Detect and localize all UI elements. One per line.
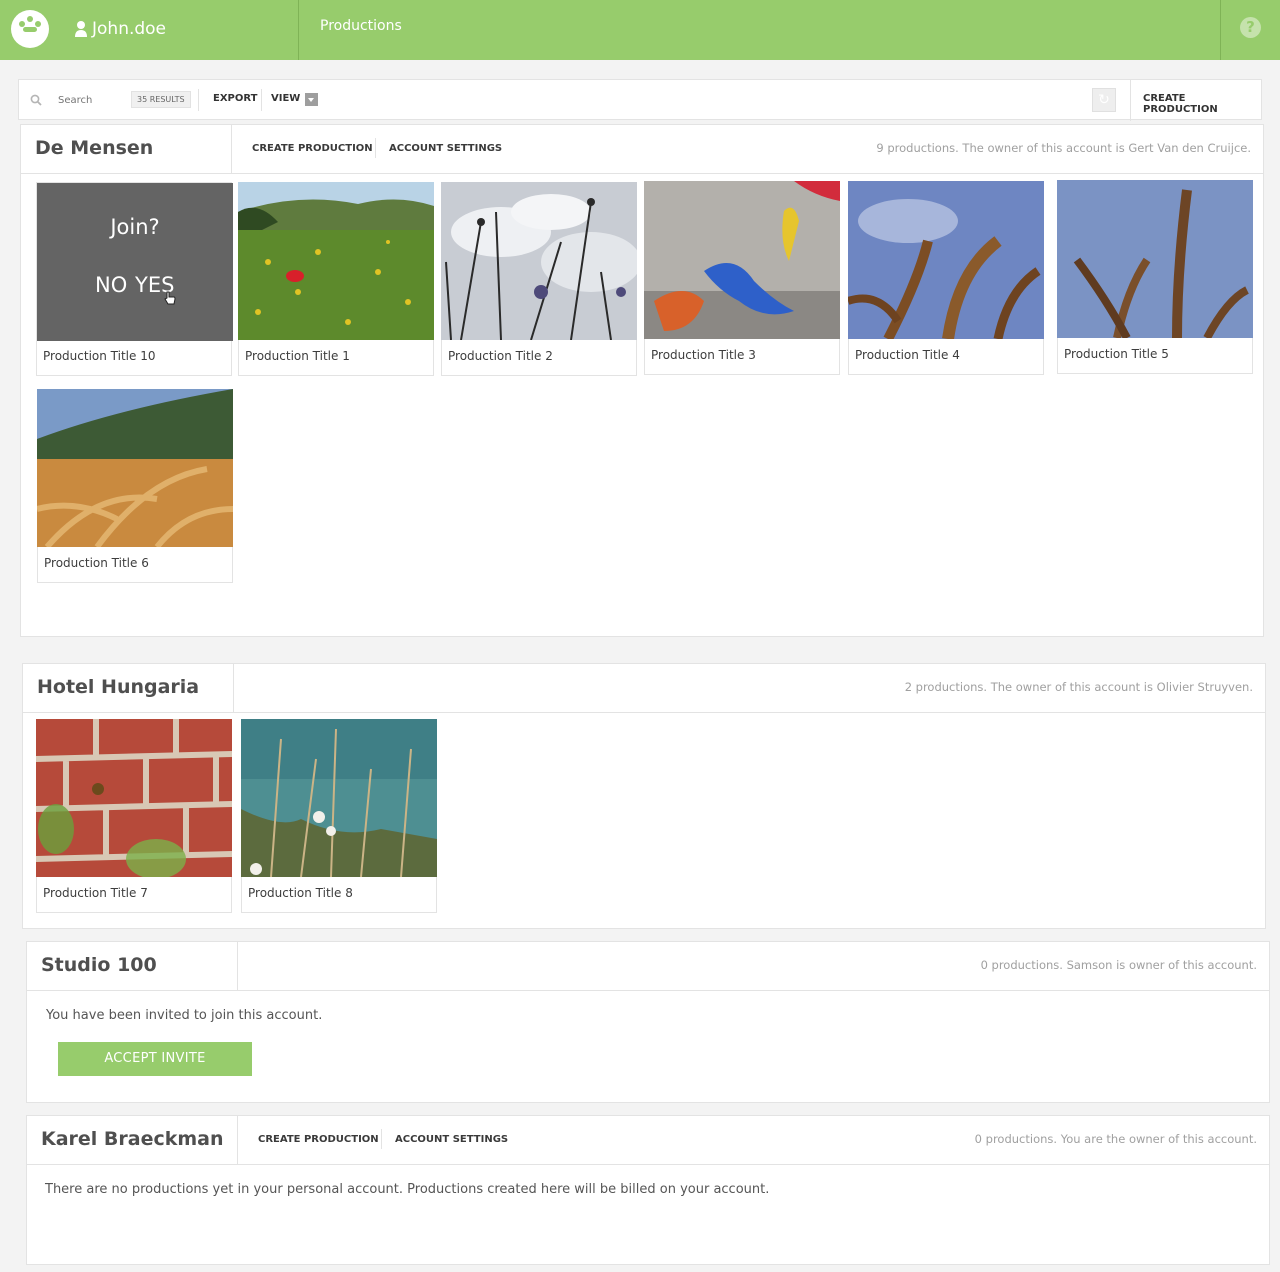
- view-dropdown-icon[interactable]: [305, 93, 318, 106]
- help-icon[interactable]: ?: [1240, 17, 1261, 38]
- production-card[interactable]: Production Title 1: [238, 182, 434, 376]
- username: John.doe: [92, 19, 167, 39]
- join-no-button[interactable]: NO: [95, 273, 127, 297]
- account-name: Karel Braeckman: [27, 1116, 238, 1165]
- production-thumbnail: [241, 719, 437, 877]
- account-settings-link[interactable]: ACCOUNT SETTINGS: [395, 1134, 508, 1145]
- account-info: 0 productions. You are the owner of this…: [974, 1132, 1257, 1146]
- logo-dot: [35, 21, 41, 27]
- production-card[interactable]: Production Title 6: [37, 389, 233, 583]
- divider: [198, 89, 199, 111]
- account-name: Studio 100: [27, 942, 238, 991]
- account-header: De Mensen CREATE PRODUCTION ACCOUNT SETT…: [21, 125, 1263, 174]
- divider: [381, 1129, 382, 1149]
- divider: [298, 0, 299, 60]
- create-production-link[interactable]: CREATE PRODUCTION: [252, 143, 373, 154]
- account-card-karel-braeckman: Karel Braeckman CREATE PRODUCTION ACCOUN…: [26, 1115, 1270, 1265]
- app-logo[interactable]: [11, 10, 49, 48]
- production-card[interactable]: Production Title 3: [644, 181, 840, 375]
- production-title: Production Title 8: [248, 886, 353, 900]
- production-thumbnail: [36, 719, 232, 877]
- production-card[interactable]: Production Title 2: [441, 182, 637, 376]
- user-menu[interactable]: John.doe: [74, 16, 166, 42]
- refresh-icon[interactable]: ↻: [1092, 88, 1116, 112]
- account-header: Hotel Hungaria 2 productions. The owner …: [23, 664, 1265, 713]
- divider: [1220, 0, 1221, 60]
- create-production-link[interactable]: CREATE PRODUCTION: [258, 1134, 379, 1145]
- results-badge: 35 RESULTS: [131, 91, 191, 108]
- production-thumbnail: [1057, 180, 1253, 338]
- account-info: 0 productions. Samson is owner of this a…: [980, 958, 1257, 972]
- account-name: Hotel Hungaria: [23, 664, 234, 713]
- production-title: Production Title 1: [245, 349, 350, 363]
- page-title: Productions: [320, 18, 402, 34]
- user-icon: [75, 21, 87, 37]
- search-input[interactable]: [58, 90, 128, 110]
- production-title: Production Title 7: [43, 886, 148, 900]
- account-card-de-mensen: De Mensen CREATE PRODUCTION ACCOUNT SETT…: [20, 124, 1264, 637]
- accept-invite-button[interactable]: ACCEPT INVITE: [58, 1042, 252, 1076]
- account-header: Karel Braeckman CREATE PRODUCTION ACCOUN…: [27, 1116, 1269, 1165]
- empty-account-message: There are no productions yet in your per…: [45, 1182, 770, 1197]
- account-card-hotel-hungaria: Hotel Hungaria 2 productions. The owner …: [22, 663, 1266, 929]
- divider: [261, 89, 262, 111]
- production-title: Production Title 3: [651, 348, 756, 362]
- account-info: 2 productions. The owner of this account…: [904, 680, 1253, 694]
- production-title: Production Title 2: [448, 349, 553, 363]
- divider: [375, 138, 376, 158]
- production-card[interactable]: Production Title 8: [241, 719, 437, 913]
- production-card[interactable]: Production Title 7: [36, 719, 232, 913]
- production-title: Production Title 6: [44, 556, 149, 570]
- create-production-button[interactable]: CREATE PRODUCTION: [1143, 93, 1261, 115]
- production-thumbnail: [848, 181, 1044, 339]
- invite-message: You have been invited to join this accou…: [46, 1008, 323, 1023]
- account-header: Studio 100 0 productions. Samson is owne…: [27, 942, 1269, 991]
- production-title: Production Title 5: [1064, 347, 1169, 361]
- view-button[interactable]: VIEW: [271, 93, 300, 104]
- production-thumbnail: [644, 181, 840, 339]
- hand-cursor-icon: [164, 291, 176, 305]
- account-card-studio-100: Studio 100 0 productions. Samson is owne…: [26, 941, 1270, 1103]
- export-button[interactable]: EXPORT: [213, 93, 257, 104]
- logo-dot: [27, 16, 33, 22]
- production-card[interactable]: Production Title 5: [1057, 180, 1253, 374]
- production-title: Production Title 4: [855, 348, 960, 362]
- production-thumbnail: [238, 182, 434, 340]
- account-name: De Mensen: [21, 125, 232, 174]
- join-question: Join?: [110, 215, 160, 239]
- toolbar: 35 RESULTS EXPORT VIEW ↻ CREATE PRODUCTI…: [18, 79, 1262, 121]
- account-info: 9 productions. The owner of this account…: [876, 141, 1251, 155]
- divider: [1130, 80, 1131, 121]
- production-card[interactable]: Production Title 4: [848, 181, 1044, 375]
- logo-dot: [23, 27, 37, 32]
- production-card[interactable]: Join? NO YES Production Title 10: [36, 182, 233, 376]
- account-settings-link[interactable]: ACCOUNT SETTINGS: [389, 143, 502, 154]
- production-thumbnail: [37, 389, 233, 547]
- join-overlay: Join? NO YES: [37, 183, 233, 341]
- production-title: Production Title 10: [43, 349, 156, 363]
- top-bar: John.doe Productions ?: [0, 0, 1280, 60]
- production-thumbnail: [441, 182, 637, 340]
- search-icon: [30, 94, 42, 106]
